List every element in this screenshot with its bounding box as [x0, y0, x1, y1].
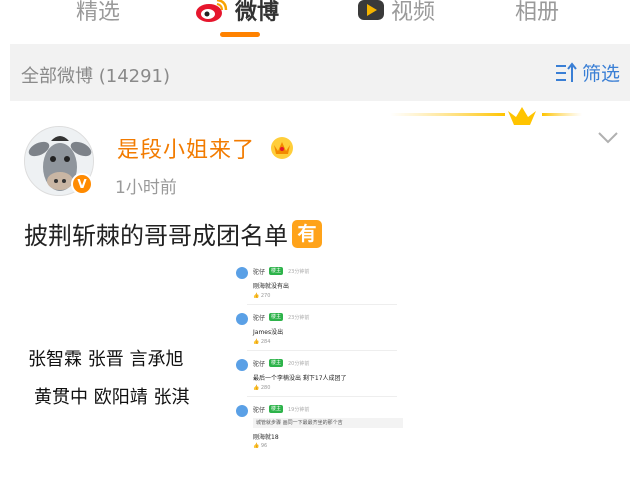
vip-crown-icon — [271, 137, 293, 159]
comment-like-count: 270 — [260, 293, 271, 299]
filter-sort-icon — [555, 61, 577, 82]
comment-time: 23分钟前 — [288, 269, 310, 275]
tab-featured[interactable]: 精选 — [76, 0, 120, 26]
comment-likes: 👍 280 — [253, 385, 271, 391]
comment-text: 刚海就没有出 — [253, 283, 290, 290]
poster-badge: 楼主 — [269, 405, 284, 413]
comment-likes: 👍 270 — [253, 293, 271, 299]
comment-text: James没出 — [253, 329, 284, 336]
commenter-avatar — [236, 405, 248, 417]
comment-text: 刚海就18 — [253, 434, 279, 441]
commenter-name: 驼仔 — [253, 269, 266, 276]
post-text: 披荆斩棘的哥哥成团名单 有 — [24, 216, 322, 251]
chevron-down-icon[interactable] — [597, 131, 619, 145]
comment-like-count: 96 — [260, 443, 268, 449]
comment-divider — [247, 304, 397, 305]
image-text-line-1: 张智霖 张晋 言承旭 — [28, 349, 184, 370]
commenter-name: 驼仔 — [253, 407, 266, 414]
crown-decoration-icon — [390, 107, 582, 125]
video-play-icon — [358, 0, 384, 20]
comment-text: 最后一个李楠没出 剩下17人成团了 — [253, 375, 347, 382]
top-tab-bar: 精选 微博 视频 相册 — [0, 0, 640, 42]
commenter-name: 驼仔 — [253, 315, 266, 322]
post-username[interactable]: 是段小姐来了 — [117, 132, 255, 164]
image-text-line-2: 黄贯中 欧阳靖 张淇 — [34, 387, 190, 408]
all-posts-count: 全部微博 (14291) — [21, 66, 171, 87]
commenter-name: 驼仔 — [253, 361, 266, 368]
tab-video-label: 视频 — [391, 0, 436, 25]
filter-label: 筛选 — [581, 63, 620, 85]
post-text-content: 披荆斩棘的哥哥成团名单 — [24, 222, 288, 250]
comment-likes: 👍 284 — [253, 339, 271, 345]
filter-button[interactable]: 筛选 — [554, 59, 620, 86]
poster-badge: 楼主 — [269, 267, 284, 275]
tab-album[interactable]: 相册 — [515, 0, 559, 26]
commenter-avatar — [236, 267, 248, 279]
tab-video[interactable]: 视频 — [357, 0, 435, 26]
comment-like-count: 280 — [260, 385, 271, 391]
comment-divider — [247, 350, 397, 351]
poster-badge: 楼主 — [269, 359, 284, 367]
poster-badge: 楼主 — [269, 313, 284, 321]
tab-weibo[interactable]: 微博 — [195, 0, 279, 26]
verified-badge-icon: V — [71, 173, 93, 195]
tab-featured-label: 精选 — [76, 0, 121, 25]
post-image-names[interactable]: 张智霖 张晋 言承旭 黄贯中 欧阳靖 张淇 — [28, 331, 224, 411]
filter-bar: 全部微博 (14291) 筛选 — [10, 44, 630, 101]
post-image-comments[interactable]: 驼仔 楼主 23分钟前 刚海就没有出 👍 270 驼仔 楼主 23分钟前 Jam… — [230, 261, 410, 459]
weibo-post-card: V 是段小姐来了 1小时前 披荆斩棘的哥哥成团名单 有 张智霖 张晋 言承旭 黄… — [10, 101, 630, 459]
quoted-reply: 城管就步骤 画同一下最最齐坐的那个吉 — [253, 418, 403, 428]
you-emoji-icon: 有 — [292, 219, 322, 248]
tab-weibo-label: 微博 — [235, 0, 280, 25]
comment-likes: 👍 96 — [253, 443, 268, 449]
post-timestamp: 1小时前 — [115, 178, 177, 198]
weibo-logo-icon — [196, 0, 228, 22]
comment-divider — [247, 396, 397, 397]
commenter-avatar — [236, 359, 248, 371]
tab-album-label: 相册 — [515, 0, 560, 25]
commenter-avatar — [236, 313, 248, 325]
active-tab-indicator — [220, 32, 260, 37]
comment-like-count: 284 — [260, 339, 271, 345]
comment-time: 23分钟前 — [288, 315, 310, 321]
comment-time: 20分钟前 — [288, 361, 310, 367]
comment-time: 19分钟前 — [288, 407, 310, 413]
